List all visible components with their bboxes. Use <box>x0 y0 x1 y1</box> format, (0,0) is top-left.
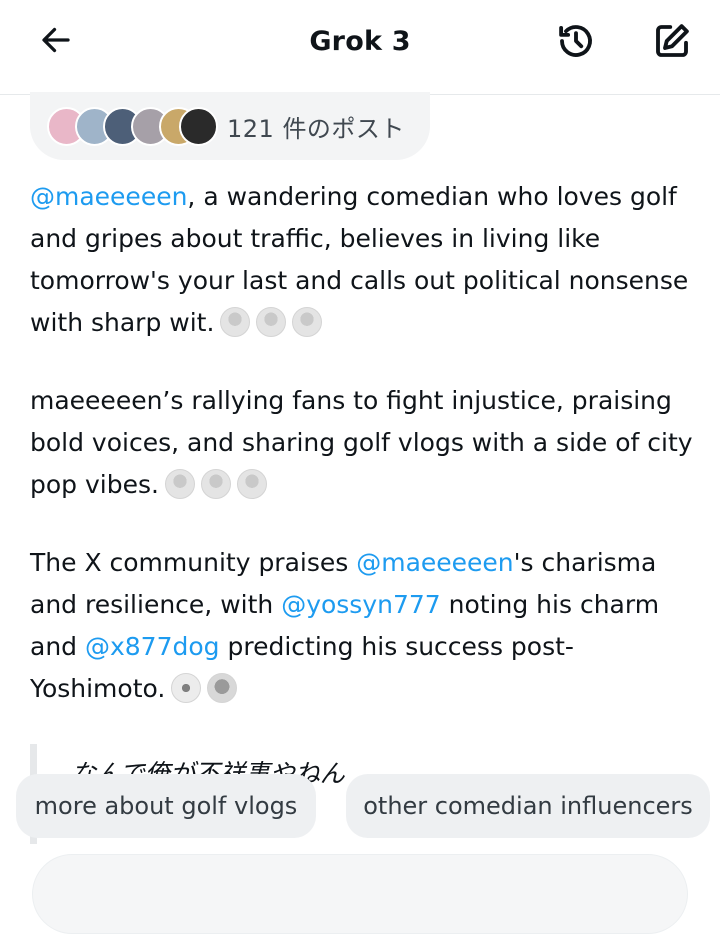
paragraph: The X community praises @maeeeeen's char… <box>30 542 700 710</box>
post-count: 121 件のポスト <box>227 114 405 143</box>
paragraph: maeeeeen’s rallying fans to fight injust… <box>30 380 700 506</box>
source-emoji-icon[interactable] <box>292 307 323 337</box>
paragraph-text: maeeeeen’s rallying fans to fight injust… <box>30 386 693 499</box>
response-body: @maeeeeen, a wandering comedian who love… <box>30 176 700 746</box>
paragraph: @maeeeeen, a wandering comedian who love… <box>30 176 700 344</box>
source-emoji-icon[interactable] <box>200 469 231 499</box>
message-input[interactable] <box>32 854 688 934</box>
page-title: Grok 3 <box>309 25 411 57</box>
source-avatars <box>47 104 218 148</box>
source-emoji-icon[interactable] <box>171 673 202 703</box>
history-button[interactable] <box>553 18 599 64</box>
paragraph-text: The X community praises <box>30 548 357 577</box>
suggestion-chip[interactable]: more about golf vlogs <box>16 774 316 838</box>
new-chat-button[interactable] <box>649 18 695 64</box>
sources-pill[interactable]: 121 件のポスト <box>30 92 430 160</box>
source-emoji-icon[interactable] <box>220 307 251 337</box>
history-icon <box>559 25 592 57</box>
source-emoji-icon[interactable] <box>164 469 195 499</box>
mention-link[interactable]: @yossyn777 <box>281 590 441 619</box>
mention-link[interactable]: @x877dog <box>85 632 220 661</box>
top-bar: Grok 3 <box>0 0 720 95</box>
compose-icon <box>656 24 689 57</box>
back-button[interactable] <box>34 20 78 60</box>
avatar <box>179 107 218 146</box>
suggestion-chip[interactable]: other comedian influencers <box>346 774 710 838</box>
mention-link[interactable]: @maeeeeen <box>30 182 187 211</box>
source-emoji-icon[interactable] <box>256 307 287 337</box>
arrow-left-icon <box>42 27 70 53</box>
source-emoji-icon[interactable] <box>207 673 238 703</box>
source-emoji-icon[interactable] <box>236 469 267 499</box>
mention-link[interactable]: @maeeeeen <box>356 548 513 577</box>
